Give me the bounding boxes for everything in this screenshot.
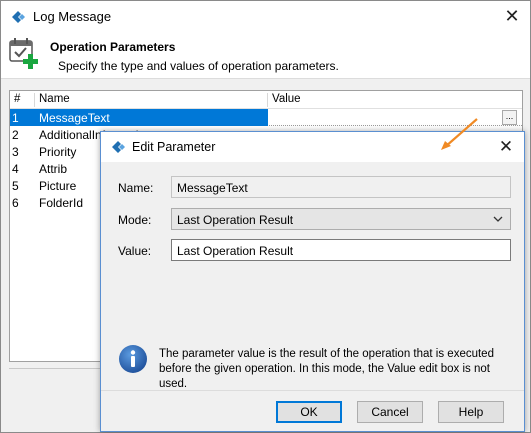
- dialog-title: Edit Parameter: [132, 140, 216, 154]
- header-description: Specify the type and values of operation…: [58, 59, 339, 73]
- close-icon[interactable]: ✕: [496, 137, 516, 157]
- window-title: Log Message: [33, 9, 112, 24]
- info-text: The parameter value is the result of the…: [159, 348, 494, 390]
- row-value-cell[interactable]: ...: [269, 109, 519, 126]
- row-number: 5: [12, 179, 19, 193]
- column-header-value[interactable]: Value: [272, 93, 301, 105]
- column-header-name[interactable]: Name: [39, 93, 70, 105]
- mode-label: Mode:: [118, 213, 152, 227]
- column-divider[interactable]: [34, 93, 35, 107]
- row-number: 1: [12, 111, 19, 125]
- column-divider[interactable]: [267, 93, 268, 107]
- value-field[interactable]: Last Operation Result: [171, 239, 511, 261]
- name-field: MessageText: [171, 176, 511, 198]
- row-number: 4: [12, 162, 19, 176]
- column-header-num[interactable]: #: [14, 93, 20, 105]
- ellipsis-button[interactable]: ...: [502, 110, 517, 125]
- chevron-down-icon[interactable]: [492, 213, 504, 225]
- help-button[interactable]: Help: [438, 401, 504, 423]
- ok-button[interactable]: OK: [276, 401, 342, 423]
- row-number: 2: [12, 128, 19, 142]
- button-bar: OK Cancel Help: [101, 390, 524, 431]
- row-number: 6: [12, 196, 19, 210]
- header-panel: Operation Parameters Specify the type an…: [1, 32, 530, 79]
- cancel-button[interactable]: Cancel: [357, 401, 423, 423]
- row-number: 3: [12, 145, 19, 159]
- calendar-add-icon: [9, 38, 38, 69]
- info-icon: [119, 345, 147, 373]
- pointer-arrow-icon: [441, 118, 478, 150]
- table-header: # Name Value: [10, 91, 522, 109]
- row-name: MessageText: [39, 111, 110, 125]
- header-title: Operation Parameters: [50, 40, 176, 54]
- value-label: Value:: [118, 244, 152, 258]
- app-logo-icon: [12, 11, 25, 23]
- name-label: Name:: [118, 181, 154, 195]
- mode-select[interactable]: Last Operation Result: [171, 208, 511, 230]
- close-icon[interactable]: ✕: [494, 1, 530, 31]
- app-logo-icon: [112, 141, 125, 153]
- edit-parameter-dialog: Edit Parameter ✕ Name: MessageText Mode:…: [100, 118, 525, 432]
- title-bar: Log Message ✕: [1, 1, 530, 32]
- mode-select-value: Last Operation Result: [177, 213, 294, 227]
